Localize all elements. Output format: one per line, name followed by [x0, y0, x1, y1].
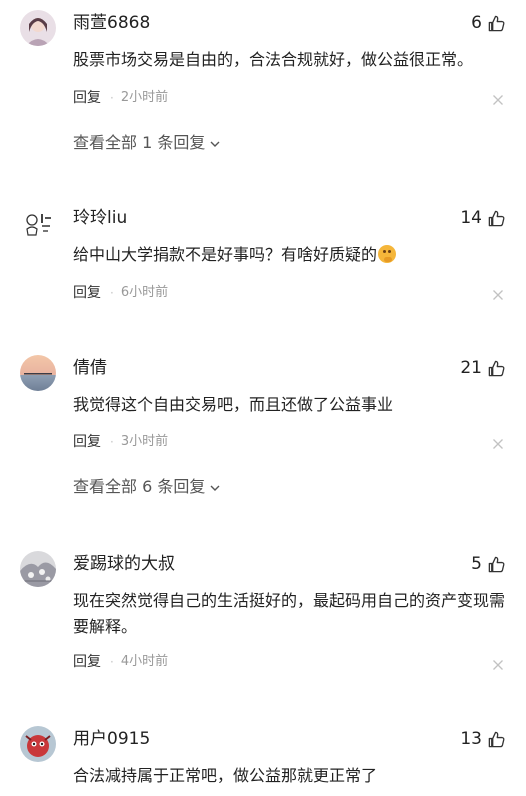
comment-meta: 回复 · 6小时前 [73, 283, 168, 303]
comment-text-content: 给中山大学捐款不是好事吗？有啥好质疑的 [73, 245, 378, 264]
reply-button[interactable]: 回复 [73, 283, 101, 303]
comment-text: 我觉得这个自由交易吧，而且还做了公益事业 [73, 395, 394, 414]
thumbs-up-icon [487, 555, 506, 574]
username[interactable]: 用户0915 [73, 727, 150, 751]
username[interactable]: 爱踢球的大叔 [73, 552, 175, 576]
username[interactable]: 雨萱6868 [73, 11, 150, 35]
like-count: 6 [471, 13, 482, 33]
like-count: 5 [471, 554, 482, 574]
avatar[interactable] [20, 355, 56, 391]
chevron-down-icon [209, 480, 221, 494]
close-icon[interactable] [492, 289, 504, 301]
close-icon[interactable] [492, 659, 504, 671]
thumbs-up-icon [487, 14, 506, 33]
like-count: 13 [460, 729, 482, 749]
reply-button[interactable]: 回复 [73, 652, 101, 672]
timestamp: 2小时前 [120, 90, 169, 105]
thumbs-up-icon [487, 730, 506, 749]
like-button[interactable]: 6 [471, 11, 506, 35]
comment-text: 合法减持属于正常吧，做公益那就更正常了 [73, 766, 378, 785]
avatar[interactable] [20, 726, 56, 762]
separator-dot: · [110, 435, 114, 449]
like-button[interactable]: 14 [460, 206, 506, 230]
comment-list: 雨萱6868 6 股票市场交易是自由的，合法合规就好，做公益很正常。 回复 · … [0, 0, 526, 796]
thumbs-up-icon [487, 209, 506, 228]
timestamp: 4小时前 [120, 654, 169, 669]
like-button[interactable]: 5 [471, 552, 506, 576]
comment-meta: 回复 · 2小时前 [73, 88, 168, 108]
view-all-replies-button[interactable]: 查看全部 6 条回复 [73, 476, 221, 498]
timestamp: 3小时前 [120, 434, 169, 449]
reply-button[interactable]: 回复 [73, 88, 101, 108]
view-all-replies-label: 查看全部 6 条回复 [73, 477, 206, 496]
avatar[interactable] [20, 205, 56, 241]
like-button[interactable]: 13 [460, 727, 506, 751]
username[interactable]: 玲玲liu [73, 206, 127, 230]
separator-dot: · [110, 655, 114, 669]
close-icon[interactable] [492, 94, 504, 106]
comment-text: 给中山大学捐款不是好事吗？有啥好质疑的 [73, 242, 513, 268]
timestamp: 6小时前 [120, 285, 169, 300]
comment-meta: 回复 · 4小时前 [73, 652, 168, 672]
thumbs-up-icon [487, 359, 506, 378]
separator-dot: · [110, 91, 114, 105]
like-button[interactable]: 21 [460, 356, 506, 380]
avatar[interactable] [20, 551, 56, 587]
chevron-down-icon [209, 136, 221, 150]
separator-dot: · [110, 286, 114, 300]
thinking-face-emoji [378, 245, 397, 263]
username[interactable]: 倩倩 [73, 356, 107, 380]
comment-meta: 回复 · 3小时前 [73, 432, 168, 452]
close-icon[interactable] [492, 438, 504, 450]
reply-button[interactable]: 回复 [73, 432, 101, 452]
avatar[interactable] [20, 10, 56, 46]
comment-text: 股票市场交易是自由的，合法合规就好，做公益很正常。 [73, 50, 474, 69]
view-all-replies-button[interactable]: 查看全部 1 条回复 [73, 132, 221, 154]
view-all-replies-label: 查看全部 1 条回复 [73, 133, 206, 152]
comment-text: 现在突然觉得自己的生活挺好的，最起码用自己的资产变现需要解释。 [73, 591, 506, 636]
like-count: 14 [460, 208, 482, 228]
like-count: 21 [460, 358, 482, 378]
